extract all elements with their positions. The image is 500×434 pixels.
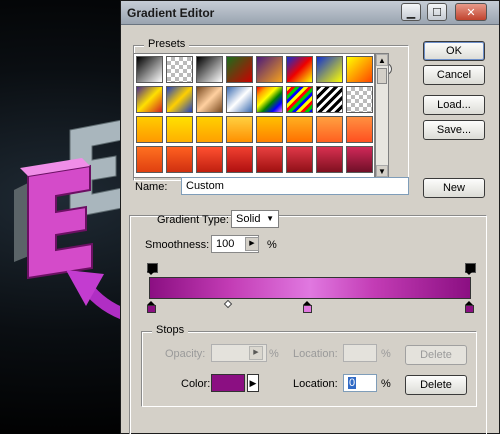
preset-swatch[interactable] [196,116,223,143]
preset-swatch[interactable] [226,146,253,173]
maximize-button[interactable]: ☐ [427,3,447,21]
color-location-value: 0 [348,377,357,389]
close-icon: ✕ [466,6,476,19]
color-location-label: Location: [293,378,338,390]
preset-swatch[interactable] [226,86,253,113]
ok-button[interactable]: OK [423,41,485,61]
name-label: Name: [135,181,168,193]
opacity-location-label: Location: [293,348,338,360]
preset-swatch[interactable] [166,116,193,143]
delete-opacity-stop-button[interactable]: Delete [405,345,467,365]
preset-swatch[interactable] [346,116,373,143]
smoothness-unit: % [267,239,277,251]
presets-label: Presets [144,38,190,50]
preset-swatches [133,53,375,178]
triangle-right-icon: ▶ [249,378,257,388]
color-label: Color: [181,378,211,390]
preset-swatch[interactable] [166,146,193,173]
stops-group: Stops [141,324,477,407]
preset-swatch[interactable] [346,56,373,83]
preset-swatch[interactable] [286,116,313,143]
preset-swatch[interactable] [316,146,343,173]
opacity-stepper[interactable]: ▶ [249,346,263,360]
load-button[interactable]: Load... [423,95,485,115]
title-bar: Gradient Editor ▁ ☐ ✕ [121,1,499,25]
presets-scrollbar[interactable]: ▲ ▼ [375,53,389,178]
name-input[interactable]: Custom [181,177,409,195]
preset-swatch[interactable] [196,146,223,173]
color-location-input[interactable]: 0 [343,374,377,392]
stop-color-swatch [303,305,312,313]
stops-label: Stops [152,324,189,336]
preset-swatch[interactable] [316,86,343,113]
preset-swatch[interactable] [166,86,193,113]
preset-swatch[interactable] [196,86,223,113]
smoothness-stepper[interactable]: ▶ [245,237,259,251]
window-title: Gradient Editor [127,6,215,20]
preset-swatch[interactable] [136,146,163,173]
preset-swatch[interactable] [136,56,163,83]
preset-swatch[interactable] [256,146,283,173]
preset-swatch[interactable] [256,86,283,113]
stop-color-swatch [147,305,156,313]
preset-swatch[interactable] [226,56,253,83]
preset-swatch[interactable] [316,56,343,83]
gradient-editor-window: Gradient Editor ▁ ☐ ✕ Presets ▶ ▲ ▼ OK C… [120,0,500,434]
scroll-down-icon[interactable]: ▼ [376,165,388,177]
opacity-stop-right[interactable] [465,263,476,275]
preset-swatch[interactable] [346,146,373,173]
preset-swatch[interactable] [136,116,163,143]
chevron-down-icon: ▼ [266,214,274,223]
opacity-label: Opacity: [165,348,206,360]
delete-color-stop-button[interactable]: Delete [405,375,467,395]
minimize-icon: ▁ [406,6,416,19]
gradient-preview-bar[interactable] [149,277,471,299]
preset-swatch[interactable] [226,116,253,143]
opacity-stop-left[interactable] [147,263,158,275]
preset-swatch[interactable] [256,116,283,143]
preset-swatch[interactable] [166,56,193,83]
stop-color-picker[interactable] [211,374,245,392]
color-stop-right[interactable] [465,301,474,313]
stop-color-swatch [465,305,474,313]
preset-swatch[interactable] [346,86,373,113]
triangle-right-icon: ▶ [253,349,259,356]
maximize-icon: ☐ [432,6,442,19]
opacity-unit: % [269,348,279,360]
save-button[interactable]: Save... [423,120,485,140]
new-button[interactable]: New [423,178,485,198]
smoothness-label: Smoothness: [145,239,210,251]
color-location-unit: % [381,378,391,390]
color-stop-left[interactable] [147,301,156,313]
gradient-type-value: Solid [236,213,261,225]
scroll-thumb[interactable] [377,68,387,84]
preset-swatch[interactable] [316,116,343,143]
preset-swatch[interactable] [286,56,313,83]
triangle-right-icon: ▶ [249,240,255,247]
cancel-button[interactable]: Cancel [423,65,485,85]
gradient-type-select[interactable]: Solid ▼ [231,210,279,228]
color-stop-middle[interactable] [303,301,312,313]
close-button[interactable]: ✕ [455,3,487,21]
minimize-button[interactable]: ▁ [401,3,421,21]
scroll-up-icon[interactable]: ▲ [376,54,388,66]
preset-swatch[interactable] [256,56,283,83]
preset-swatch[interactable] [286,86,313,113]
color-menu-button[interactable]: ▶ [247,374,259,392]
opacity-location-unit: % [381,348,391,360]
gradient-type-label: Gradient Type: [157,214,229,226]
preset-swatch[interactable] [196,56,223,83]
preset-swatch[interactable] [136,86,163,113]
preset-swatch[interactable] [286,146,313,173]
opacity-location-input[interactable] [343,344,377,362]
